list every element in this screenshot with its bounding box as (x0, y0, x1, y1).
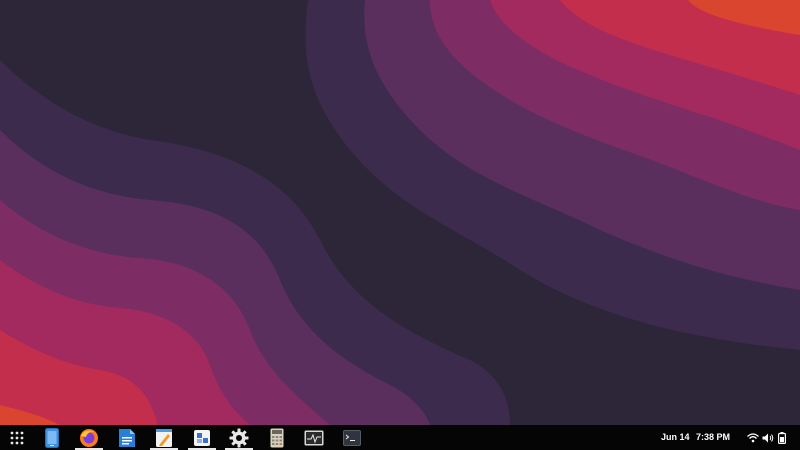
document-writer-icon (119, 428, 135, 447)
dock-item-system-monitor[interactable] (300, 425, 328, 450)
firefox-icon (80, 428, 98, 447)
dock-item-terminal[interactable] (338, 425, 366, 450)
calculator-icon (270, 428, 284, 447)
software-store-icon (194, 429, 210, 446)
dock-item-writer[interactable] (113, 425, 141, 450)
dock-item-phone[interactable] (38, 425, 66, 450)
gear-icon (229, 428, 249, 447)
wifi-icon (747, 432, 759, 442)
taskbar: Jun 14 7:38 PM (0, 425, 800, 450)
dock-item-settings[interactable] (225, 425, 253, 450)
clock-time[interactable]: 7:38 PM (696, 425, 730, 450)
dock-item-app-grid[interactable] (3, 425, 31, 450)
dock-item-text-editor[interactable] (150, 425, 178, 450)
phone-icon (45, 427, 59, 448)
tray-volume[interactable] (762, 425, 774, 450)
dock-item-firefox[interactable] (75, 425, 103, 450)
wallpaper-graphic (0, 0, 800, 425)
dock-item-software[interactable] (188, 425, 216, 450)
terminal-icon (343, 429, 361, 446)
dock-item-calculator[interactable] (263, 425, 291, 450)
clock-date[interactable]: Jun 14 (661, 425, 690, 450)
tray-wifi[interactable] (747, 425, 759, 450)
system-monitor-icon (304, 430, 324, 445)
tray-battery[interactable] (778, 425, 786, 450)
battery-icon (778, 431, 786, 444)
app-grid-icon (10, 431, 24, 444)
volume-icon (762, 433, 774, 442)
desktop-wallpaper (0, 0, 800, 425)
text-editor-icon (156, 428, 172, 447)
